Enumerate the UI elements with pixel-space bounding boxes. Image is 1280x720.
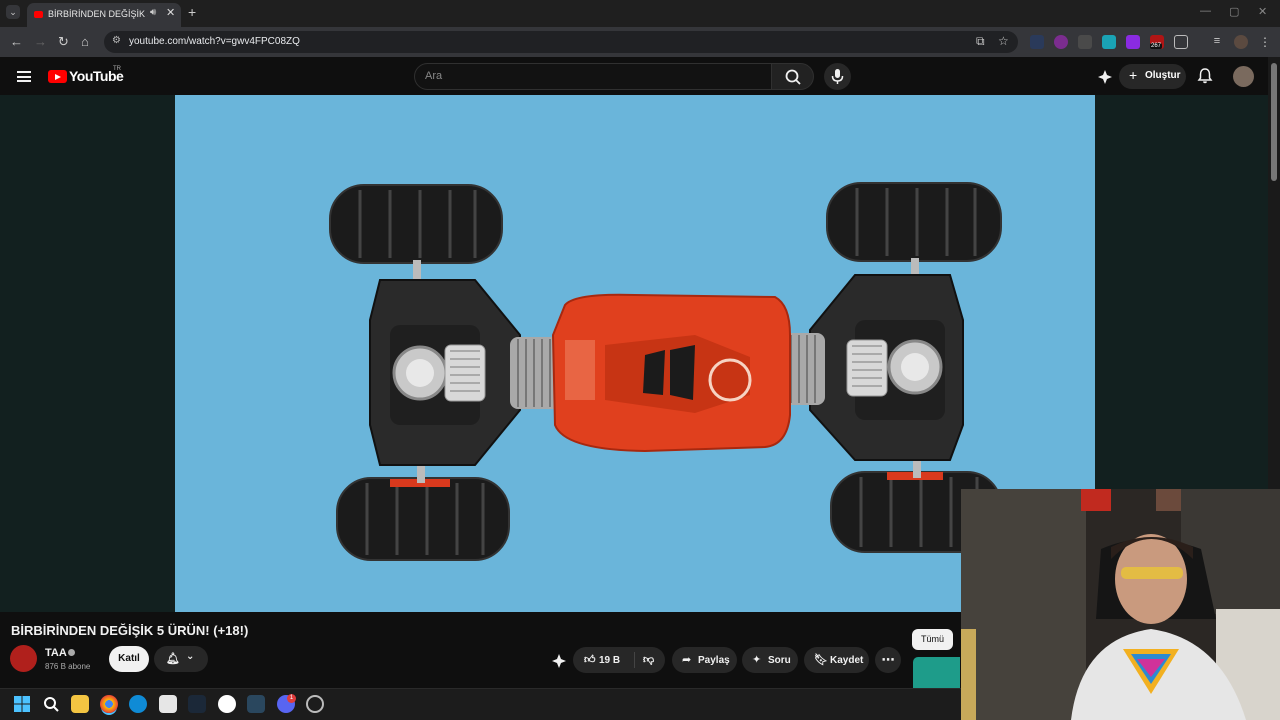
voice-search-button[interactable] [824, 63, 851, 90]
taskbar-search-icon[interactable] [42, 695, 60, 713]
rc-car-video-frame [329, 182, 1002, 561]
youtube-favicon-icon [34, 11, 43, 18]
country-code: TR [113, 66, 121, 72]
url-text: youtube.com/watch?v=gwv4FPC08ZQ [129, 36, 300, 47]
bookmark-icon: 🔖︎ [814, 654, 828, 666]
file-explorer-icon[interactable] [71, 695, 89, 713]
create-button[interactable]: + Oluştur [1119, 64, 1186, 89]
share-label: Paylaş [698, 655, 730, 666]
plus-icon: + [1129, 67, 1138, 83]
bookmark-star-icon[interactable]: ☆ [998, 34, 1009, 48]
reload-icon[interactable]: ↻ [58, 34, 69, 50]
subscriber-count: 876 B abone [45, 662, 91, 671]
extension-1-icon[interactable] [1030, 35, 1044, 49]
new-tab-icon[interactable]: + [188, 4, 196, 20]
windows-start-icon[interactable] [13, 695, 31, 713]
channel-name[interactable]: TAA [45, 647, 67, 659]
verified-badge-icon [68, 649, 75, 656]
forward-icon[interactable]: → [34, 34, 47, 49]
video-title: BİRBİRİNDEN DEĞİŞİK 5 ÜRÜN! (+18!) [11, 623, 249, 638]
dislike-icon[interactable]: 👎︎ [643, 653, 654, 666]
filter-chip-all[interactable]: Tümü [912, 629, 953, 650]
home-icon[interactable]: ⌂ [81, 34, 89, 49]
media-controls-icon[interactable]: ≡ [1210, 35, 1224, 49]
tab-close-icon[interactable]: ✕ [166, 6, 175, 19]
save-label: Kaydet [830, 655, 864, 666]
chevron-down-icon: ⌄ [186, 651, 195, 662]
like-count[interactable]: 19 B [599, 655, 620, 666]
tab-search-icon[interactable]: ⌄ [6, 5, 20, 19]
related-video-thumbnail[interactable] [913, 657, 960, 688]
account-avatar[interactable] [1233, 66, 1254, 87]
extensions-puzzle-icon[interactable] [1174, 35, 1188, 49]
youtube-logo-icon[interactable] [48, 70, 67, 83]
browser-menu-icon[interactable]: ⋮ [1258, 35, 1272, 49]
profile-icon[interactable] [1234, 35, 1248, 49]
gemini-sparkle-icon[interactable] [1097, 69, 1113, 85]
microsoft-store-icon[interactable] [159, 695, 177, 713]
yandex-icon[interactable] [218, 695, 236, 713]
microphone-icon [831, 69, 844, 84]
app-icon[interactable] [306, 695, 324, 713]
like-icon[interactable]: 👍︎ [584, 653, 596, 666]
search-box[interactable] [414, 63, 772, 90]
more-actions-icon[interactable]: ⋯ [875, 647, 901, 673]
window-close-icon[interactable]: ✕ [1258, 5, 1267, 18]
extension-badge: 267 [1150, 43, 1163, 49]
steam-icon[interactable] [188, 695, 206, 713]
share-icon: ➦ [682, 654, 692, 666]
extension-2-icon[interactable] [1054, 35, 1068, 49]
site-info-icon[interactable]: ⚙ [112, 35, 121, 46]
steam-2-icon[interactable] [247, 695, 265, 713]
ask-button[interactable]: ✦ Soru [742, 647, 798, 673]
ask-ai-sparkle-icon[interactable] [551, 653, 567, 669]
notifications-bell-icon[interactable] [1196, 67, 1214, 85]
subscription-bell-button[interactable]: 🔔︎ ⌄ [154, 646, 208, 672]
minimize-icon[interactable]: — [1200, 5, 1211, 17]
browser-tab[interactable]: BİRBİRİNDEN DEĞİŞİK 5 ÜR 🔊︎ ✕ [27, 3, 181, 27]
join-button[interactable]: Katıl [109, 646, 149, 672]
maximize-icon[interactable]: ▢ [1229, 5, 1239, 18]
ask-label: Soru [768, 655, 791, 666]
address-bar[interactable]: ⚙ youtube.com/watch?v=gwv4FPC08ZQ ⧉ ☆ [104, 31, 1018, 53]
like-dislike-group: 👍︎ 19 B 👎︎ [573, 647, 665, 673]
extension-3-icon[interactable] [1078, 35, 1092, 49]
like-divider [634, 652, 635, 668]
video-player[interactable] [175, 95, 1095, 612]
sparkle-icon: ✦ [752, 654, 762, 666]
back-icon[interactable]: ← [10, 34, 23, 49]
channel-avatar[interactable] [10, 645, 37, 672]
install-app-icon[interactable]: ⧉ [976, 34, 985, 49]
chrome-icon[interactable] [100, 695, 118, 713]
edge-icon[interactable] [129, 695, 147, 713]
tab-audio-icon[interactable]: 🔊︎ [150, 7, 156, 18]
bell-icon: 🔔︎ [166, 653, 180, 665]
search-icon [785, 69, 801, 85]
tab-title: BİRBİRİNDEN DEĞİŞİK 5 ÜR [48, 9, 148, 19]
extension-4-icon[interactable] [1102, 35, 1116, 49]
search-input[interactable] [425, 70, 755, 82]
save-button[interactable]: 🔖︎ Kaydet [804, 647, 869, 673]
hamburger-menu-icon[interactable] [17, 71, 31, 82]
extension-5-icon[interactable] [1126, 35, 1140, 49]
search-button[interactable] [771, 63, 814, 90]
share-button[interactable]: ➦ Paylaş [672, 647, 737, 673]
scrollbar-thumb[interactable] [1271, 63, 1277, 181]
create-label: Oluştur [1145, 70, 1181, 81]
streamer-webcam [961, 489, 1280, 720]
webcam-scene [961, 489, 1280, 720]
discord-notification-badge: 1 [287, 694, 296, 703]
